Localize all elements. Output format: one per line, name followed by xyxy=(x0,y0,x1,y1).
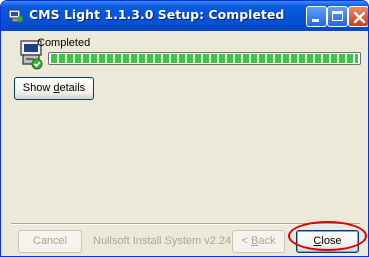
window-title: CMS Light 1.1.3.0 Setup: Completed xyxy=(29,7,285,22)
footer-divider xyxy=(11,223,360,225)
progress-bar xyxy=(48,52,361,65)
cancel-button[interactable]: Cancel xyxy=(18,230,82,253)
close-button[interactable]: Close xyxy=(296,230,359,253)
title-bar[interactable]: CMS Light 1.1.3.0 Setup: Completed xyxy=(1,1,368,31)
close-label-post: lose xyxy=(321,235,342,247)
installer-icon xyxy=(8,9,23,23)
show-details-label-post: etails xyxy=(59,82,86,94)
show-details-button[interactable]: Show details xyxy=(14,77,94,100)
close-icon xyxy=(353,11,366,24)
minimize-button[interactable] xyxy=(306,6,327,27)
nsis-branding: Nullsoft Install System v2.24 xyxy=(93,235,232,247)
status-label: Completed xyxy=(37,37,91,49)
progress-fill xyxy=(51,54,358,63)
show-details-label-pre: Show xyxy=(22,82,54,94)
back-label-post: ack xyxy=(258,235,276,247)
close-window-button[interactable] xyxy=(348,6,368,27)
back-button[interactable]: < Back xyxy=(232,230,285,253)
back-label-pre: < xyxy=(241,235,251,247)
maximize-button[interactable] xyxy=(327,6,348,27)
installer-window: CMS Light 1.1.3.0 Setup: Completed Compl… xyxy=(0,0,369,257)
